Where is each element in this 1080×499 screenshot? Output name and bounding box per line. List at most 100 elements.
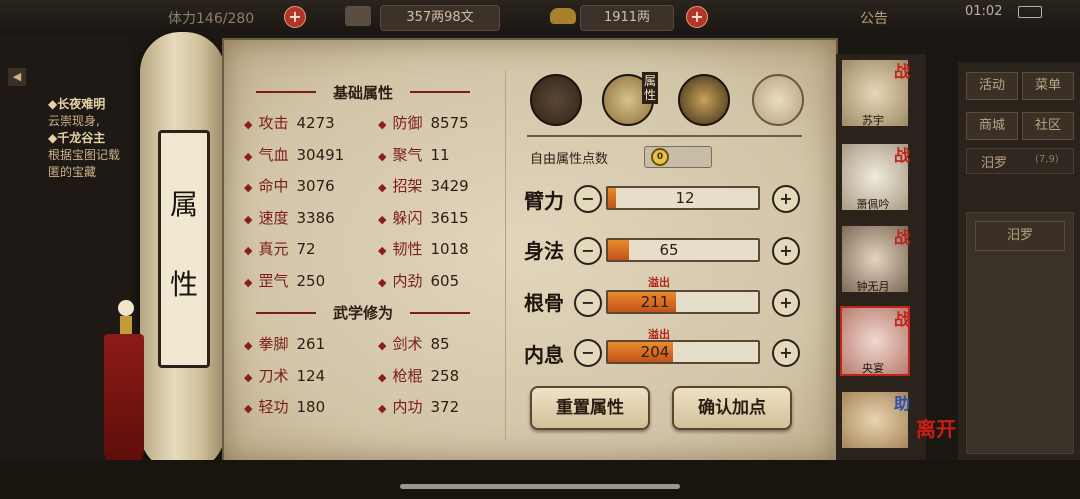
increase-button[interactable]: + (772, 289, 800, 317)
location-entry[interactable]: 汨罗 (975, 221, 1065, 251)
add-stamina-button[interactable]: + (284, 6, 306, 28)
character-card[interactable]: 钟无月 战 (840, 224, 920, 296)
quest-item-title: ◆千龙谷主 (48, 131, 106, 145)
collapse-arrow-icon[interactable]: ◀ (8, 68, 26, 86)
quest-item-desc: 根据宝图记载 (48, 148, 121, 162)
support-tag: 助 (894, 394, 911, 413)
stat-dodge: ◆ 躲闪 3615 (378, 208, 469, 227)
character-name: 钟无月 (856, 280, 890, 293)
column-divider (505, 70, 506, 440)
stat-true-energy: ◆ 真元 72 (244, 240, 316, 258)
martial-title: 武学修为 (332, 304, 393, 322)
stat-gang-qi: ◆ 罡气 250 (244, 271, 326, 290)
stat-inner-force: ◆ 内劲 605 (378, 271, 460, 290)
free-points-value: 0 (651, 148, 669, 166)
character-name: 苏宇 (862, 114, 884, 127)
notice-button[interactable]: 公告 (860, 8, 888, 28)
top-bar (0, 0, 1080, 34)
overflow-label: 溢出 (648, 276, 670, 289)
character-card[interactable]: 萧佩吟 战 (840, 142, 920, 214)
increase-button[interactable]: + (772, 237, 800, 265)
quest-list[interactable]: ◆长夜难明 云崇现身, ◆千龙谷主 根据宝图记载 匿的宝藏 (48, 96, 140, 181)
tab-attributes-label: 属性 (642, 72, 658, 104)
quest-item-title: ◆长夜难明 (48, 97, 106, 111)
attr-name: 臂力 (524, 189, 564, 213)
attr-value: 204 (640, 343, 670, 361)
scroll-title-char: 性 (169, 268, 198, 301)
free-points-box: 0 (644, 146, 712, 168)
gold-display: 1911两 (580, 5, 674, 31)
stat-focus: ◆ 聚气 11 (378, 145, 450, 164)
leave-button[interactable]: 离开 (916, 418, 960, 440)
tab-meridian-icon[interactable] (752, 74, 804, 126)
clock: 01:02 (965, 4, 1003, 19)
attr-value: 12 (675, 189, 695, 207)
stat-sword: ◆ 剑术 85 (378, 335, 450, 353)
attr-value: 211 (640, 293, 670, 311)
increase-button[interactable]: + (772, 339, 800, 367)
battle-tag: 战 (894, 310, 911, 329)
character-name: 萧佩吟 (856, 198, 890, 211)
tassel-decoration (100, 300, 150, 470)
stat-fist: ◆ 拳脚 261 (244, 335, 326, 353)
ornament-line (256, 312, 316, 314)
stat-hit: ◆ 命中 3076 (244, 177, 335, 195)
attribute-row-agility: 身法 − 65 + (524, 230, 804, 270)
scroll-title-char: 属 (169, 188, 198, 221)
bottom-bar (0, 460, 1080, 499)
location-coords: (7,9) (1035, 154, 1059, 165)
coins-icon (345, 6, 371, 26)
stat-spear: ◆ 枪棍 258 (378, 366, 460, 385)
decrease-button[interactable]: − (574, 185, 602, 213)
coins-display: 357两98文 (380, 5, 500, 31)
tab-bagua-icon[interactable] (678, 74, 730, 126)
attribute-row-constitution: 根骨 溢出 − 211 + (524, 276, 804, 322)
tab-attributes[interactable]: 属性 (602, 72, 660, 126)
community-button[interactable]: 社区 (1022, 112, 1074, 140)
character-name: 央宴 (862, 362, 884, 375)
stat-speed: ◆ 速度 3386 (244, 208, 335, 227)
increase-button[interactable]: + (772, 185, 800, 213)
add-gold-button[interactable]: + (686, 6, 708, 28)
tab-divider (527, 135, 802, 137)
character-card-selected[interactable]: 央宴 战 (840, 306, 920, 378)
ornament-line (410, 312, 470, 314)
location-name: 汨罗 (981, 156, 1008, 171)
map-panel: 汨罗 (966, 212, 1074, 454)
stat-toughness: ◆ 韧性 1018 (378, 240, 469, 258)
martial-stats-grid: ◆ 拳脚 261 ◆ 剑术 85 ◆ 刀术 124 ◆ 枪棍 258 ◆ 轻功 180 ◆ 内功 372 (244, 333, 494, 418)
stat-blade: ◆ 刀术 124 (244, 366, 326, 385)
reset-attributes-button[interactable]: 重置属性 (530, 386, 650, 430)
ornament-line (410, 91, 470, 93)
stat-hp: ◆ 气血 30491 (244, 145, 345, 164)
attr-value: 65 (659, 241, 679, 259)
quest-item-desc: 匿的宝藏 (48, 165, 97, 179)
battery-icon (1018, 6, 1042, 18)
attr-name: 身法 (524, 239, 564, 263)
attribute-row-strength: 臂力 − 12 + (524, 180, 804, 220)
stat-lightness: ◆ 轻功 180 (244, 398, 326, 416)
tab-character-icon[interactable] (530, 74, 582, 126)
scroll-title-plate: 属 性 (158, 130, 210, 368)
quest-item-desc: 云崇现身, (48, 114, 100, 128)
character-card[interactable]: 苏宇 战 (840, 58, 920, 130)
stamina-display: 体力146/280 (168, 11, 255, 27)
shop-button[interactable]: 商城 (966, 112, 1018, 140)
confirm-points-button[interactable]: 确认加点 (672, 386, 792, 430)
battle-tag: 战 (894, 62, 911, 81)
location-bar[interactable]: 汨罗 (7,9) (966, 148, 1074, 174)
stat-internal: ◆ 内功 372 (378, 398, 460, 416)
base-attributes-title: 基础属性 (332, 84, 393, 102)
base-stats-grid: ◆ 攻击 4273 ◆ 防御 8575 ◆ 气血 30491 ◆ 聚气 11 ◆ 命中 3076 ◆… (244, 112, 494, 292)
stat-parry: ◆ 招架 3429 (378, 177, 469, 195)
gold-ingot-icon (550, 8, 576, 24)
attribute-row-breath: 内息 溢出 − 204 + (524, 328, 804, 374)
home-indicator (400, 484, 680, 489)
battle-tag: 战 (894, 146, 911, 165)
activity-button[interactable]: 活动 (966, 72, 1018, 100)
character-card[interactable]: 助 (840, 390, 920, 456)
ornament-line (256, 91, 316, 93)
battle-tag: 战 (894, 228, 911, 247)
menu-button[interactable]: 菜单 (1022, 72, 1074, 100)
attr-name: 内息 (524, 343, 564, 367)
